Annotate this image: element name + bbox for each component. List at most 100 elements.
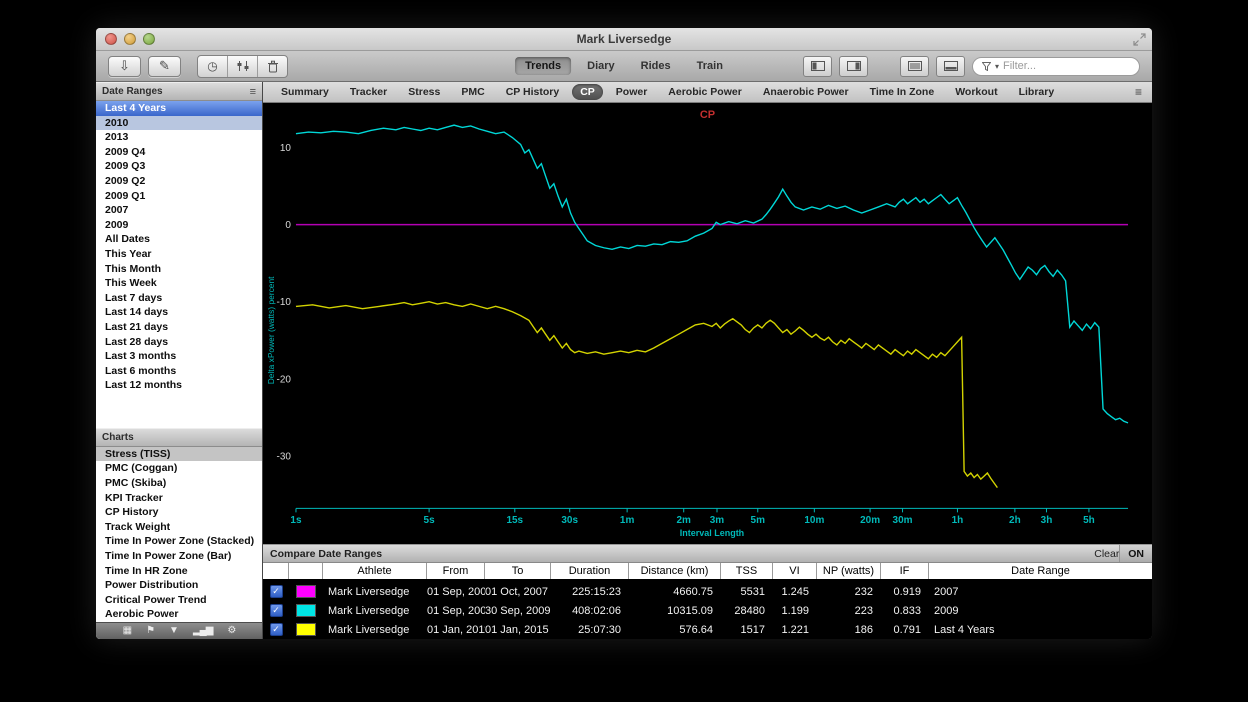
stopwatch-button[interactable]: ◷ [198,56,228,77]
left-panel-icon [811,61,825,71]
chart-title: CP [700,109,715,121]
date-range-item-last-28-days[interactable]: Last 28 days [96,335,262,350]
chart-item-pmc-skiba[interactable]: PMC (Skiba) [96,476,262,491]
edit-button[interactable]: ✎ [148,56,181,77]
date-ranges-menu-icon[interactable]: ≡ [250,86,256,98]
cmp-col-vi: VI [773,563,817,579]
date-range-item-this-month[interactable]: This Month [96,262,262,277]
y-tick-label: 0 [285,220,291,231]
filter-input[interactable]: ▾ Filter... [972,57,1140,76]
row-checkbox[interactable]: ✓ [270,604,283,617]
main-tab-time-in-zone[interactable]: Time In Zone [862,84,943,100]
main-tab-cp-history[interactable]: CP History [498,84,568,100]
date-range-item-2009[interactable]: 2009 [96,218,262,233]
x-tick-label: 1h [952,515,964,526]
bottom-pane-button[interactable] [936,56,965,77]
close-button[interactable] [105,33,117,45]
checkbox-cell: ✓ [263,623,289,636]
x-tick-label: 5m [751,515,766,526]
main-tab-power[interactable]: Power [608,84,656,100]
chart-item-pmc-coggan[interactable]: PMC (Coggan) [96,461,262,476]
series-color-swatch [296,585,316,598]
date-range-item-2007[interactable]: 2007 [96,203,262,218]
chart-item-critical-power-trend[interactable]: Critical Power Trend [96,593,262,608]
view-tab-trends[interactable]: Trends [515,57,571,75]
series-line-last-4-years [296,302,997,488]
chart-item-stress-tiss[interactable]: Stress (TISS) [96,447,262,462]
date-range-item-2009-q2[interactable]: 2009 Q2 [96,174,262,189]
chart-item-aerobic-power[interactable]: Aerobic Power [96,607,262,622]
date-range-item-last-14-days[interactable]: Last 14 days [96,305,262,320]
date-range-item-2010[interactable]: 2010 [96,116,262,131]
minimize-button[interactable] [124,33,136,45]
gear-icon[interactable]: ⚙ [227,626,235,636]
cmp-col-date-range: Date Range [929,563,1152,579]
main-tab-library[interactable]: Library [1011,84,1063,100]
sliders-button[interactable] [228,56,258,77]
filter-funnel-icon [982,62,991,71]
date-range-item-2009-q4[interactable]: 2009 Q4 [96,145,262,160]
series-color-swatch [296,623,316,636]
date-range-item-last-7-days[interactable]: Last 7 days [96,291,262,306]
main-tab-pmc[interactable]: PMC [453,84,492,100]
date-range-item-this-year[interactable]: This Year [96,247,262,262]
cmp-col-to: To [485,563,551,579]
main-tab-cp[interactable]: CP [572,84,603,100]
row-checkbox[interactable]: ✓ [270,585,283,598]
fullscreen-icon[interactable] [1133,33,1146,46]
trash-button[interactable] [258,56,287,77]
cmp-col-checkbox [263,563,289,579]
main-tab-stress[interactable]: Stress [400,84,448,100]
series-color-swatch [296,604,316,617]
right-sidebar-button[interactable] [839,56,868,77]
cell-athlete: Mark Liversedge [323,624,427,636]
chart-item-track-weight[interactable]: Track Weight [96,520,262,535]
filter-placeholder: Filter... [1003,60,1036,72]
view-tab-train[interactable]: Train [687,57,733,75]
cell-vi: 1.245 [773,586,817,598]
bookmark-icon[interactable]: ⚑ [146,626,154,636]
main-tab-tracker[interactable]: Tracker [342,84,395,100]
date-range-item-2009-q3[interactable]: 2009 Q3 [96,159,262,174]
date-range-item-last-21-days[interactable]: Last 21 days [96,320,262,335]
view-tab-diary[interactable]: Diary [577,57,625,75]
main-tab-anaerobic-power[interactable]: Anaerobic Power [755,84,857,100]
chart-item-cp-history[interactable]: CP History [96,505,262,520]
view-tab-rides[interactable]: Rides [631,57,681,75]
tab-bar-menu-icon[interactable]: ≡ [1135,85,1142,99]
cell-tss: 5531 [721,586,773,598]
download-button[interactable]: ⇩ [108,56,141,77]
chart-item-time-in-hr-zone[interactable]: Time In HR Zone [96,564,262,579]
chart-bars-icon[interactable]: ▂▄▆ [193,626,212,636]
chart-item-time-in-power-zone-stacked[interactable]: Time In Power Zone (Stacked) [96,534,262,549]
date-range-item-this-week[interactable]: This Week [96,276,262,291]
date-range-item-2009-q1[interactable]: 2009 Q1 [96,189,262,204]
x-tick-label: 20m [860,515,880,526]
clear-button[interactable]: Clear [1094,548,1119,560]
y-axis-label: Delta xPower (watts) percent [266,276,276,384]
row-checkbox[interactable]: ✓ [270,623,283,636]
cell-distance: 10315.09 [629,605,721,617]
sidebar-footer-toolbar: ▦ ⚑ ▼ ▂▄▆ ⚙ [96,622,262,639]
cell-from: 01 Sep, 2008 [427,605,485,617]
date-range-item-2013[interactable]: 2013 [96,130,262,145]
cell-tss: 1517 [721,624,773,636]
zoom-button[interactable] [143,33,155,45]
main-tab-aerobic-power[interactable]: Aerobic Power [660,84,750,100]
date-range-item-all-dates[interactable]: All Dates [96,232,262,247]
main-tab-summary[interactable]: Summary [273,84,337,100]
chart-item-power-distribution[interactable]: Power Distribution [96,578,262,593]
left-sidebar-button[interactable] [803,56,832,77]
date-range-item-last-12-months[interactable]: Last 12 months [96,378,262,393]
filter-icon[interactable]: ▼ [169,626,178,636]
date-range-item-last-4-years[interactable]: Last 4 Years [96,101,262,116]
on-toggle-button[interactable]: ON [1119,545,1152,562]
date-range-item-last-3-months[interactable]: Last 3 months [96,349,262,364]
calendar-icon[interactable]: ▦ [123,626,131,636]
list-view-button[interactable] [900,56,929,77]
chart-item-kpi-tracker[interactable]: KPI Tracker [96,491,262,506]
chart-item-time-in-power-zone-bar[interactable]: Time In Power Zone (Bar) [96,549,262,564]
main-tab-workout[interactable]: Workout [947,84,1005,100]
trash-icon [267,60,279,73]
date-range-item-last-6-months[interactable]: Last 6 months [96,364,262,379]
